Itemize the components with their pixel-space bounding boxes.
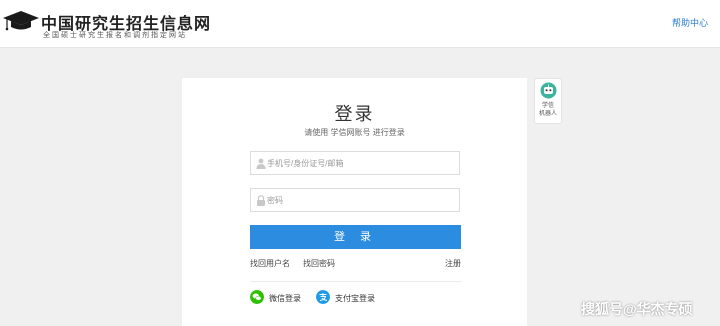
login-button[interactable]: 登 录 — [250, 225, 461, 249]
user-icon — [256, 158, 266, 169]
top-header: 中国研究生招生信息网 全国硕士研究生报名和调剂指定网站 帮助中心 — [0, 0, 720, 48]
xuexin-robot-widget[interactable]: 学信 机器人 — [534, 78, 562, 124]
wechat-icon — [250, 290, 264, 304]
find-password-link[interactable]: 找回密码 — [303, 258, 335, 269]
lock-icon — [257, 195, 265, 206]
alipay-icon — [316, 290, 330, 304]
robot-label-line1: 学信 — [541, 103, 554, 109]
login-subtitle: 请使用 学信网账号 进行登录 — [304, 128, 405, 137]
graduation-cap-icon — [3, 11, 39, 31]
help-center-link[interactable]: 帮助中心 — [672, 16, 708, 29]
login-title: 登录 — [334, 104, 375, 124]
watermark-text: 搜狐号@华杰专硕 — [581, 301, 693, 317]
account-links: 找回用户名 找回密码 注册 — [250, 258, 461, 268]
password-input[interactable] — [267, 189, 455, 211]
username-input[interactable] — [267, 152, 455, 174]
site-subtitle: 全国硕士研究生报名和调剂指定网站 — [43, 32, 187, 39]
username-field — [250, 151, 460, 175]
register-link[interactable]: 注册 — [445, 258, 461, 269]
alipay-login-label: 支付宝登录 — [335, 294, 375, 303]
robot-icon — [540, 82, 557, 99]
login-panel: 登录 请使用 学信网账号 进行登录 登 录 找回用户名 找回密码 注册 微信登录 — [182, 78, 527, 326]
divider — [250, 281, 461, 282]
robot-label-line2: 机器人 — [538, 111, 557, 117]
find-username-link[interactable]: 找回用户名 — [250, 258, 290, 269]
password-field — [250, 188, 460, 212]
site-logo[interactable]: 中国研究生招生信息网 全国硕士研究生报名和调剂指定网站 — [3, 6, 233, 42]
wechat-login-label: 微信登录 — [269, 294, 301, 303]
